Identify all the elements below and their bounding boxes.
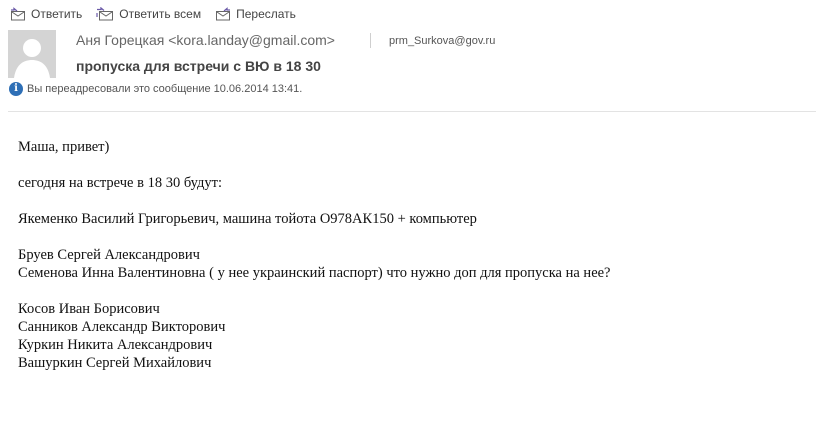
body-greeting: Маша, привет) xyxy=(18,139,110,155)
body-line: Косов Иван Борисович xyxy=(18,301,160,317)
avatar-placeholder-icon xyxy=(8,30,56,78)
message-toolbar: Ответить Ответить всем Переслать xyxy=(10,4,296,24)
reply-label: Ответить xyxy=(31,7,83,21)
reply-icon xyxy=(10,7,26,21)
reply-all-button[interactable]: Ответить всем xyxy=(96,7,201,21)
forward-info-bar: i Вы переадресовали это сообщение 10.06.… xyxy=(9,82,302,96)
forward-notice: Вы переадресовали это сообщение 10.06.20… xyxy=(27,83,303,95)
forward-button[interactable]: Переслать xyxy=(215,7,296,21)
reply-all-label: Ответить всем xyxy=(119,7,202,21)
forward-icon xyxy=(215,7,231,21)
body-line: Якеменко Василий Григорьевич, машина той… xyxy=(18,211,477,227)
message-body: Маша, привет) сегодня на встрече в 18 30… xyxy=(18,138,611,372)
forward-label: Переслать xyxy=(236,7,296,21)
body-intro: сегодня на встрече в 18 30 будут: xyxy=(18,175,222,191)
sender-avatar xyxy=(8,30,56,78)
info-icon: i xyxy=(9,82,23,96)
body-line: Санников Александр Викторович xyxy=(18,319,226,335)
body-line: Куркин Никита Александрович xyxy=(18,337,213,353)
message-subject: пропуска для встречи с ВЮ в 18 30 xyxy=(76,58,321,74)
recipient-address[interactable]: prm_Surkova@gov.ru xyxy=(389,35,495,47)
header-divider xyxy=(370,33,371,48)
header-separator xyxy=(8,111,816,112)
body-line: Вашуркин Сергей Михайлович xyxy=(18,355,212,371)
reply-all-icon xyxy=(96,7,114,21)
body-line: Бруев Сергей Александрович xyxy=(18,247,200,263)
sender-name[interactable]: Аня Горецкая <kora.landay@gmail.com> xyxy=(76,32,335,48)
reply-button[interactable]: Ответить xyxy=(10,7,82,21)
body-line: Семенова Инна Валентиновна ( у нее украи… xyxy=(18,265,611,281)
